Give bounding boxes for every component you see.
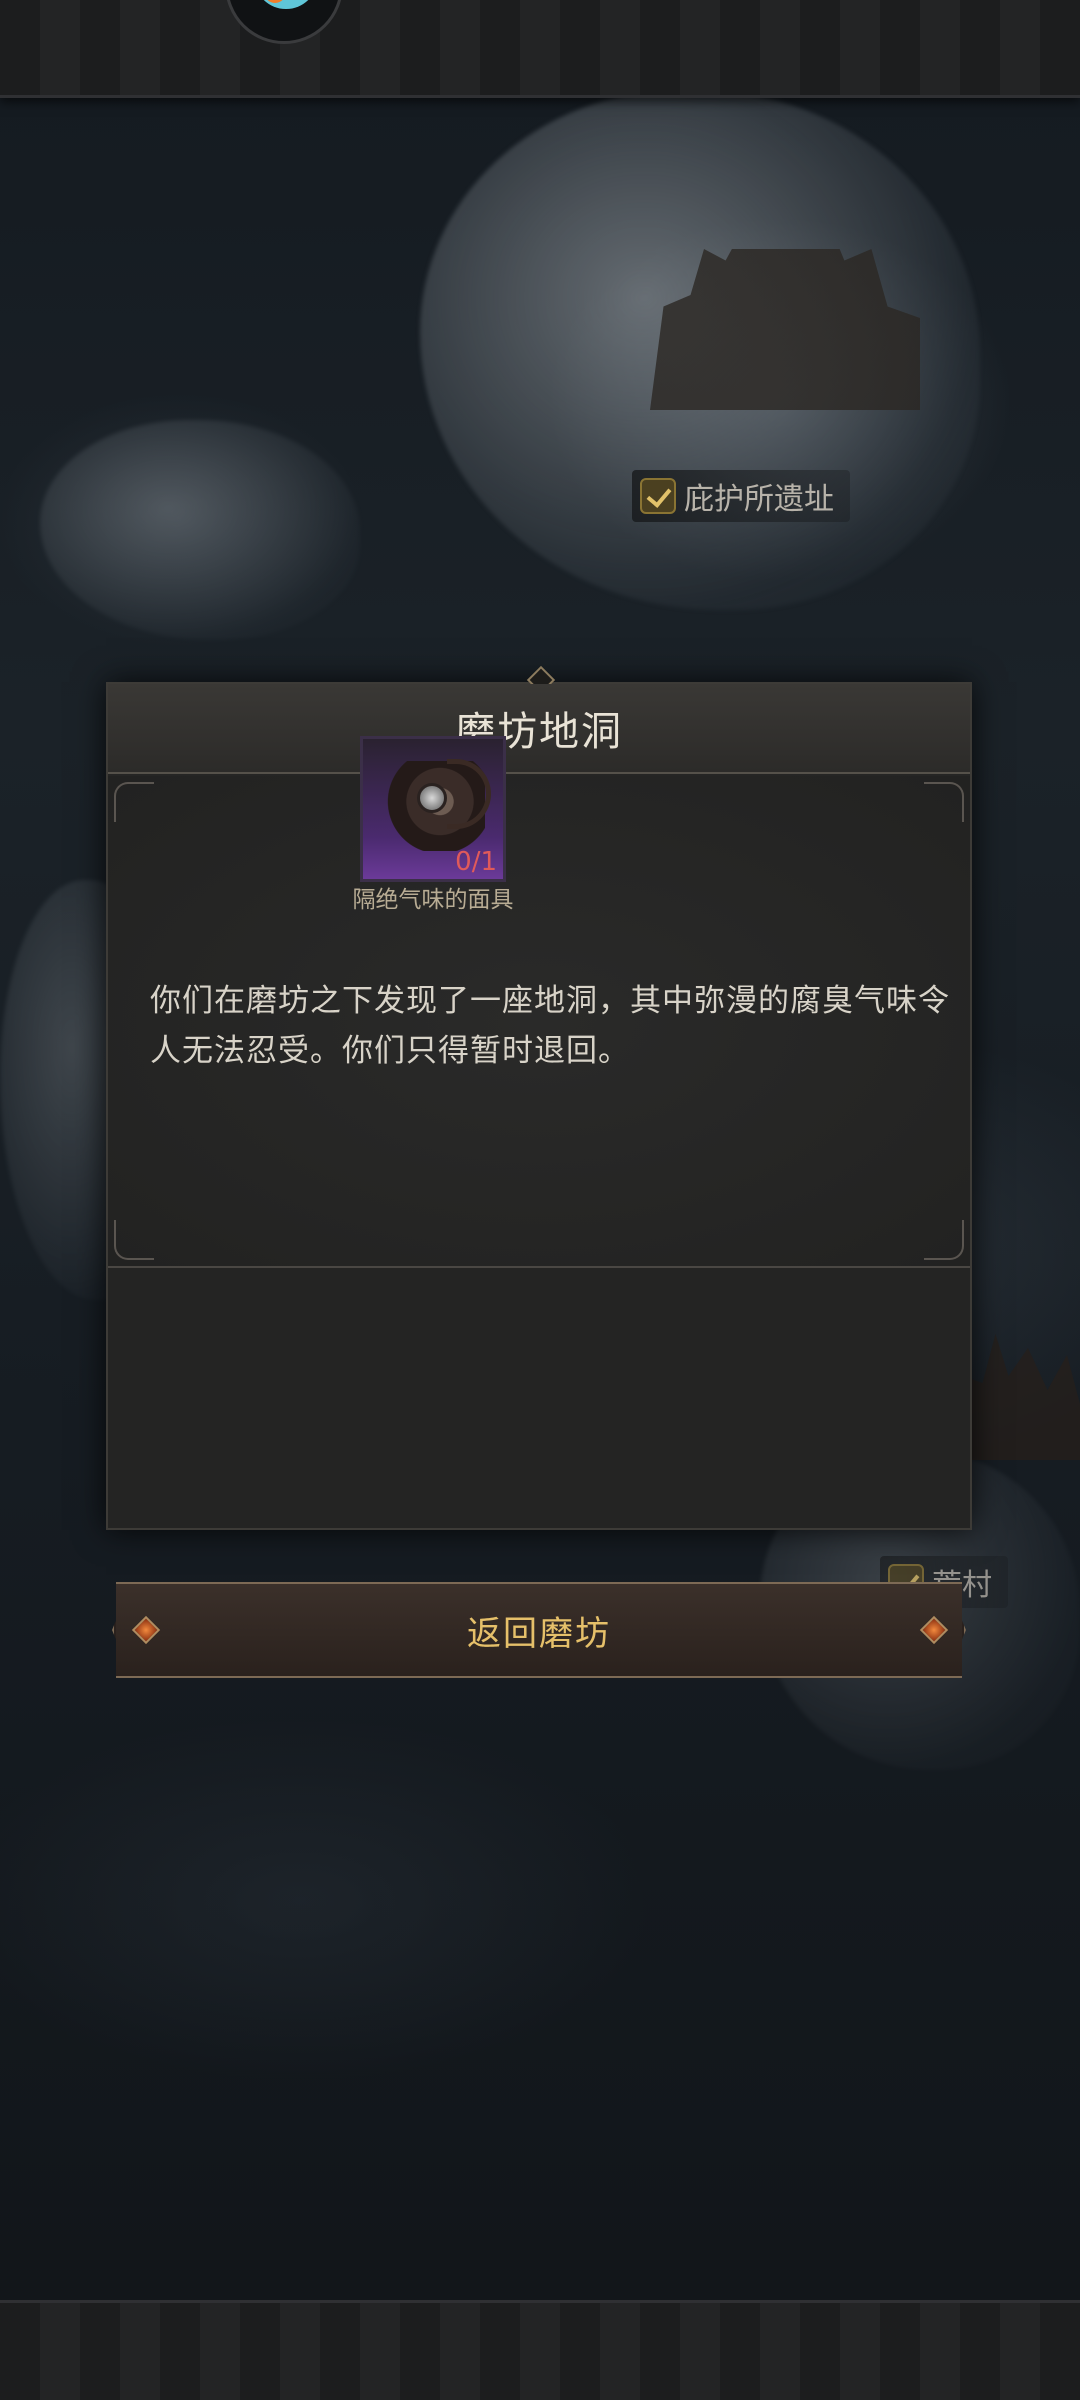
dialog-body: 你们在磨坊之下发现了一座地洞，其中弥漫的腐臭气味令人无法忍受。你们只得暂时退回。: [108, 776, 970, 1266]
top-ornate-bar: [0, 0, 1080, 98]
check-icon: [640, 478, 676, 514]
required-item-slot[interactable]: 0/1: [360, 736, 506, 882]
mask-lens: [417, 783, 447, 813]
map-location-label: 庇护所遗址: [684, 482, 834, 517]
required-item-area: [108, 1268, 970, 1528]
dialog-header: 磨坊地洞: [108, 684, 970, 774]
dialog-description: 你们在磨坊之下发现了一座地洞，其中弥漫的腐臭气味令人无法忍受。你们只得暂时退回。: [150, 983, 950, 1069]
corner-ornament: [924, 1220, 964, 1260]
map-location-shelter-ruins[interactable]: 庇护所遗址: [632, 470, 850, 522]
corner-ornament: [924, 782, 964, 822]
item-count: 0/1: [455, 847, 497, 877]
item-name: 隔绝气味的面具: [352, 887, 514, 913]
corner-ornament: [114, 782, 154, 822]
return-to-mill-button[interactable]: 返回磨坊: [116, 1582, 962, 1678]
player-avatar[interactable]: [225, 0, 343, 44]
bird-avatar-icon: [254, 0, 318, 9]
rocky-island: [40, 420, 360, 640]
return-button-label: 返回磨坊: [467, 1613, 611, 1654]
event-dialog: 磨坊地洞 你们在磨坊之下发现了一座地洞，其中弥漫的腐臭气味令人无法忍受。你们只得…: [106, 665, 972, 1530]
corner-ornament: [114, 1220, 154, 1260]
bottom-ornate-bar: [0, 2300, 1080, 2400]
